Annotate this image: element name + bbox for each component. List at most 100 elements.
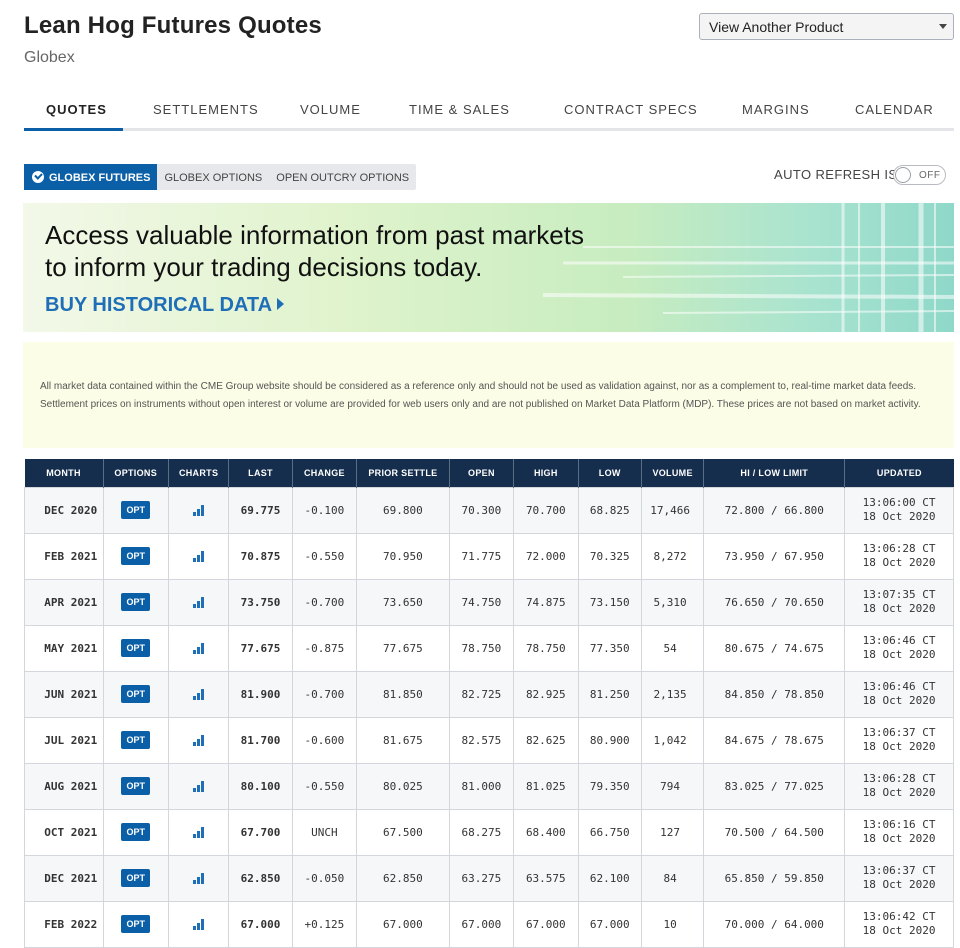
cell-prior-settle: 62.850 bbox=[356, 854, 450, 902]
table-row: JUN 2021 OPT 81.900 -0.700 81.850 82.725… bbox=[24, 670, 954, 718]
updated-date: 18 Oct 2020 bbox=[862, 832, 936, 845]
bar-chart-icon[interactable] bbox=[192, 919, 205, 930]
updated-time: 13:06:37 CT bbox=[862, 864, 936, 877]
product-select[interactable]: View Another Product bbox=[699, 13, 954, 40]
options-button[interactable]: OPT bbox=[121, 823, 150, 841]
cell-charts bbox=[167, 670, 230, 718]
column-header-last[interactable]: LAST bbox=[228, 459, 293, 487]
cell-change: +0.125 bbox=[291, 900, 358, 948]
options-button[interactable]: OPT bbox=[121, 501, 150, 519]
cell-month: FEB 2022 bbox=[24, 900, 104, 948]
column-header-change[interactable]: CHANGE bbox=[292, 459, 358, 487]
buy-historical-data-link[interactable]: BUY HISTORICAL DATA bbox=[45, 294, 285, 317]
active-tab-indicator bbox=[24, 128, 123, 131]
tab-margins[interactable]: MARGINS bbox=[742, 102, 810, 117]
options-button[interactable]: OPT bbox=[121, 593, 150, 611]
cell-updated: 13:06:37 CT 18 Oct 2020 bbox=[844, 716, 954, 764]
segment-globex-futures-label: GLOBEX FUTURES bbox=[49, 172, 151, 184]
table-row: AUG 2021 OPT 80.100 -0.550 80.025 81.000… bbox=[24, 762, 954, 810]
table-row: DEC 2021 OPT 62.850 -0.050 62.850 63.275… bbox=[24, 854, 954, 902]
cell-prior-settle: 81.850 bbox=[356, 670, 450, 718]
cell-updated: 13:06:28 CT 18 Oct 2020 bbox=[844, 762, 954, 810]
cell-change: UNCH bbox=[291, 808, 358, 856]
updated-date: 18 Oct 2020 bbox=[862, 740, 936, 753]
updated-time: 13:06:28 CT bbox=[862, 542, 936, 555]
cell-updated: 13:06:46 CT 18 Oct 2020 bbox=[844, 624, 954, 672]
market-data-disclaimer: All market data contained within the CME… bbox=[23, 342, 954, 448]
historical-data-banner[interactable]: Access valuable information from past ma… bbox=[23, 203, 954, 332]
segment-open-outcry-options[interactable]: OPEN OUTCRY OPTIONS bbox=[269, 164, 416, 190]
column-header-open[interactable]: OPEN bbox=[449, 459, 515, 487]
updated-time: 13:06:16 CT bbox=[862, 818, 936, 831]
cell-change: -0.875 bbox=[291, 624, 358, 672]
tab-settlements[interactable]: SETTLEMENTS bbox=[153, 102, 259, 117]
updated-date: 18 Oct 2020 bbox=[862, 924, 936, 937]
bar-chart-icon[interactable] bbox=[192, 735, 205, 746]
options-button[interactable]: OPT bbox=[121, 685, 150, 703]
cell-open: 71.775 bbox=[448, 532, 515, 580]
cell-open: 78.750 bbox=[448, 624, 515, 672]
bar-chart-icon[interactable] bbox=[192, 781, 205, 792]
cell-open: 82.575 bbox=[448, 716, 515, 764]
cell-last: 69.775 bbox=[228, 486, 293, 534]
column-header-low[interactable]: LOW bbox=[578, 459, 642, 487]
column-header-prior-settle[interactable]: PRIOR SETTLE bbox=[356, 459, 450, 487]
cell-hi-low-limit: 73.950 / 67.950 bbox=[703, 532, 846, 580]
tab-contract-specs[interactable]: CONTRACT SPECS bbox=[564, 102, 698, 117]
cell-high: 68.400 bbox=[513, 808, 579, 856]
options-button[interactable]: OPT bbox=[121, 639, 150, 657]
options-button[interactable]: OPT bbox=[121, 547, 150, 565]
segment-globex-futures[interactable]: GLOBEX FUTURES bbox=[24, 164, 158, 190]
cell-volume: 5,310 bbox=[640, 578, 705, 626]
cell-prior-settle: 70.950 bbox=[356, 532, 450, 580]
bar-chart-icon[interactable] bbox=[192, 873, 205, 884]
cell-month: AUG 2021 bbox=[24, 762, 104, 810]
cell-hi-low-limit: 76.650 / 70.650 bbox=[703, 578, 846, 626]
options-button[interactable]: OPT bbox=[121, 777, 150, 795]
tab-calendar[interactable]: CALENDAR bbox=[855, 102, 934, 117]
cell-high: 82.625 bbox=[513, 716, 579, 764]
options-button[interactable]: OPT bbox=[121, 869, 150, 887]
options-button[interactable]: OPT bbox=[121, 731, 150, 749]
cell-charts bbox=[167, 578, 230, 626]
cell-charts bbox=[167, 624, 230, 672]
cell-last: 81.700 bbox=[228, 716, 293, 764]
auto-refresh-toggle[interactable]: OFF bbox=[893, 165, 946, 185]
cell-open: 70.300 bbox=[448, 486, 515, 534]
column-header-volume[interactable]: VOLUME bbox=[641, 459, 705, 487]
cell-high: 74.875 bbox=[513, 578, 579, 626]
bar-chart-icon[interactable] bbox=[192, 827, 205, 838]
cell-month: MAY 2021 bbox=[24, 624, 104, 672]
cell-low: 77.350 bbox=[577, 624, 642, 672]
options-button[interactable]: OPT bbox=[121, 915, 150, 933]
cell-open: 81.000 bbox=[448, 762, 515, 810]
segment-globex-options[interactable]: GLOBEX OPTIONS bbox=[157, 164, 269, 190]
cell-low: 66.750 bbox=[577, 808, 642, 856]
cell-volume: 794 bbox=[640, 762, 705, 810]
cell-last: 73.750 bbox=[228, 578, 293, 626]
cell-options: OPT bbox=[102, 486, 169, 534]
cell-prior-settle: 77.675 bbox=[356, 624, 450, 672]
updated-time: 13:06:37 CT bbox=[862, 726, 936, 739]
cell-hi-low-limit: 83.025 / 77.025 bbox=[703, 762, 846, 810]
cell-month: FEB 2021 bbox=[24, 532, 104, 580]
bar-chart-icon[interactable] bbox=[192, 597, 205, 608]
column-header-month[interactable]: MONTH bbox=[24, 459, 104, 487]
updated-date: 18 Oct 2020 bbox=[862, 648, 936, 661]
bar-chart-icon[interactable] bbox=[192, 643, 205, 654]
cell-last: 62.850 bbox=[228, 854, 293, 902]
tab-quotes[interactable]: QUOTES bbox=[46, 102, 107, 117]
column-header-updated[interactable]: UPDATED bbox=[844, 459, 954, 487]
tab-volume[interactable]: VOLUME bbox=[300, 102, 361, 117]
column-header-high[interactable]: HIGH bbox=[513, 459, 579, 487]
cell-updated: 13:06:46 CT 18 Oct 2020 bbox=[844, 670, 954, 718]
bar-chart-icon[interactable] bbox=[192, 505, 205, 516]
bar-chart-icon[interactable] bbox=[192, 689, 205, 700]
cell-options: OPT bbox=[102, 670, 169, 718]
cell-volume: 8,272 bbox=[640, 532, 705, 580]
page-subtitle: Globex bbox=[24, 49, 75, 66]
cell-charts bbox=[167, 486, 230, 534]
cell-charts bbox=[167, 900, 230, 948]
bar-chart-icon[interactable] bbox=[192, 551, 205, 562]
tab-time-sales[interactable]: TIME & SALES bbox=[409, 102, 510, 117]
